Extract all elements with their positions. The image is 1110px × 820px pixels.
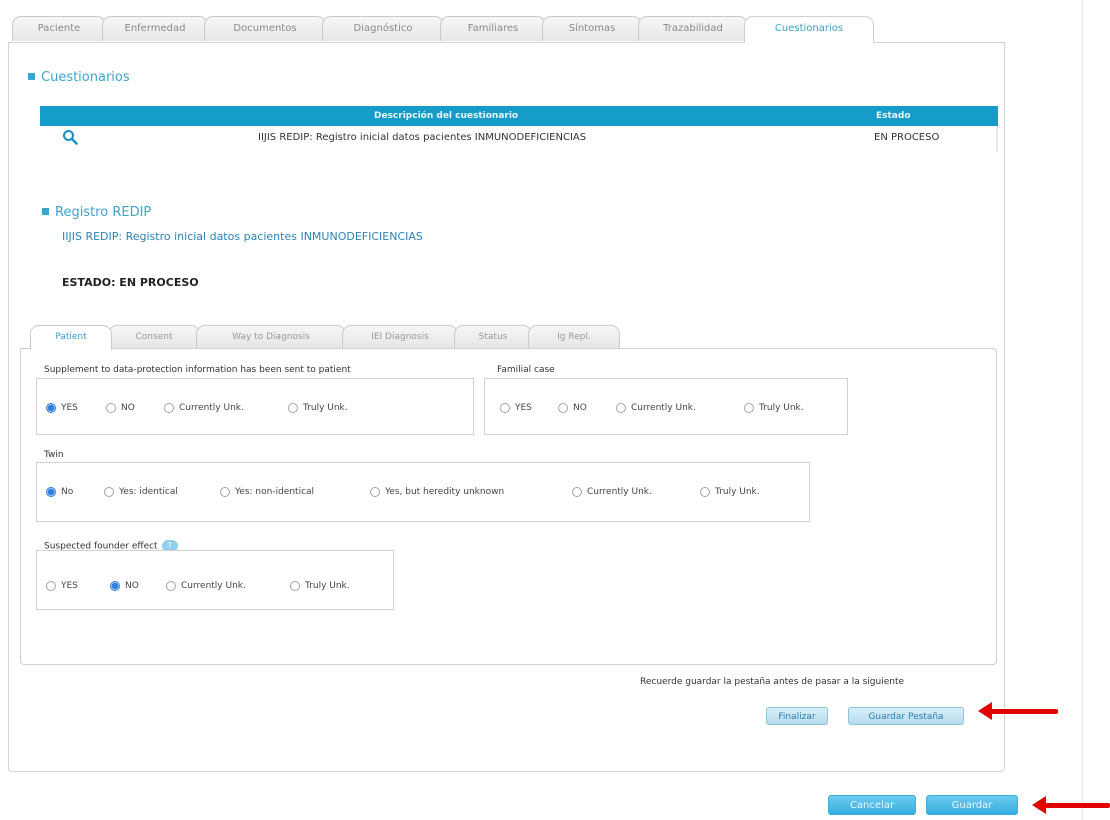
radio-icon[interactable] xyxy=(220,487,230,497)
radio-icon[interactable] xyxy=(46,581,56,591)
tab-diagnostico[interactable]: Diagnóstico xyxy=(322,16,444,41)
column-header-estado: Estado xyxy=(876,111,911,121)
radio-icon[interactable] xyxy=(290,581,300,591)
twin-option-truly-unk[interactable]: Truly Unk. xyxy=(700,487,760,497)
cuestionarios-table: Descripción del cuestionario Estado IIJI… xyxy=(40,106,998,152)
tab-documentos[interactable]: Documentos xyxy=(204,16,326,41)
tab-cuestionarios[interactable]: Cuestionarios xyxy=(744,16,874,43)
save-reminder-text: Recuerde guardar la pestaña antes de pas… xyxy=(640,677,905,687)
radio-icon[interactable] xyxy=(744,403,754,413)
radio-selected-icon[interactable] xyxy=(46,487,56,497)
bullet-icon xyxy=(28,73,35,80)
familial-option-currently-unk[interactable]: Currently Unk. xyxy=(616,403,696,413)
twin-option-currently-unk[interactable]: Currently Unk. xyxy=(572,487,652,497)
guardar-pestana-button[interactable]: Guardar Pestaña xyxy=(848,707,964,725)
radio-icon[interactable] xyxy=(558,403,568,413)
familial-label: Familial case xyxy=(497,365,555,375)
supplement-option-yes[interactable]: YES xyxy=(46,403,78,413)
radio-icon[interactable] xyxy=(164,403,174,413)
tab-sintomas[interactable]: Síntomas xyxy=(542,16,642,41)
cuestionario-description: IIJIS REDIP: Registro inicial datos paci… xyxy=(258,132,587,143)
guardar-button[interactable]: Guardar xyxy=(926,795,1018,815)
registro-section-title: Registro REDIP xyxy=(42,205,151,220)
tab-enfermedad[interactable]: Enfermedad xyxy=(102,16,208,41)
radio-icon[interactable] xyxy=(370,487,380,497)
supplement-label: Supplement to data-protection informatio… xyxy=(44,365,351,375)
founder-option-no[interactable]: NO xyxy=(110,581,139,591)
estado-label: ESTADO: EN PROCESO xyxy=(62,276,199,289)
radio-selected-icon[interactable] xyxy=(46,403,56,413)
tab-status[interactable]: Status xyxy=(454,325,532,348)
twin-label: Twin xyxy=(44,450,64,460)
tab-patient[interactable]: Patient xyxy=(30,325,112,350)
radio-icon[interactable] xyxy=(288,403,298,413)
radio-icon[interactable] xyxy=(166,581,176,591)
tab-way-to-diagnosis[interactable]: Way to Diagnosis xyxy=(196,325,346,348)
twin-option-yes-identical[interactable]: Yes: identical xyxy=(104,487,178,497)
finalizar-button[interactable]: Finalizar xyxy=(766,707,828,725)
page-divider xyxy=(1082,0,1083,820)
tab-trazabilidad[interactable]: Trazabilidad xyxy=(638,16,748,41)
red-arrow-icon xyxy=(1032,796,1110,814)
supplement-option-truly-unk[interactable]: Truly Unk. xyxy=(288,403,348,413)
radio-icon[interactable] xyxy=(106,403,116,413)
twin-option-no[interactable]: No xyxy=(46,487,73,497)
supplement-option-no[interactable]: NO xyxy=(106,403,135,413)
table-header: Descripción del cuestionario Estado xyxy=(40,106,998,126)
radio-icon[interactable] xyxy=(700,487,710,497)
founder-option-yes[interactable]: YES xyxy=(46,581,78,591)
column-header-descripcion: Descripción del cuestionario xyxy=(374,111,519,121)
radio-icon[interactable] xyxy=(616,403,626,413)
radio-selected-icon[interactable] xyxy=(110,581,120,591)
cuestionario-estado: EN PROCESO xyxy=(874,132,940,143)
tab-paciente[interactable]: Paciente xyxy=(12,16,106,41)
familial-option-yes[interactable]: YES xyxy=(500,403,532,413)
tab-iei-diagnosis[interactable]: IEI Diagnosis xyxy=(342,325,458,348)
founder-fieldset xyxy=(36,550,394,610)
radio-icon[interactable] xyxy=(104,487,114,497)
founder-option-truly-unk[interactable]: Truly Unk. xyxy=(290,581,350,591)
supplement-fieldset xyxy=(36,378,474,435)
cuestionarios-section-title: Cuestionarios xyxy=(28,70,130,85)
tab-ig-repl[interactable]: Ig Repl. xyxy=(528,325,620,348)
radio-icon[interactable] xyxy=(572,487,582,497)
twin-option-yes-non-identical[interactable]: Yes: non-identical xyxy=(220,487,314,497)
radio-icon[interactable] xyxy=(500,403,510,413)
cancelar-button[interactable]: Cancelar xyxy=(828,795,916,815)
table-row[interactable]: IIJIS REDIP: Registro inicial datos paci… xyxy=(40,126,998,152)
red-arrow-icon xyxy=(978,702,1058,720)
twin-option-yes-heredity-unknown[interactable]: Yes, but heredity unknown xyxy=(370,487,504,497)
supplement-option-currently-unk[interactable]: Currently Unk. xyxy=(164,403,244,413)
tab-familiares[interactable]: Familiares xyxy=(440,16,546,41)
search-icon[interactable] xyxy=(62,129,78,148)
tab-consent[interactable]: Consent xyxy=(108,325,200,348)
familial-option-truly-unk[interactable]: Truly Unk. xyxy=(744,403,804,413)
familial-option-no[interactable]: NO xyxy=(558,403,587,413)
registro-subtitle: IIJIS REDIP: Registro inicial datos paci… xyxy=(62,230,423,243)
bullet-icon xyxy=(42,208,49,215)
founder-option-currently-unk[interactable]: Currently Unk. xyxy=(166,581,246,591)
